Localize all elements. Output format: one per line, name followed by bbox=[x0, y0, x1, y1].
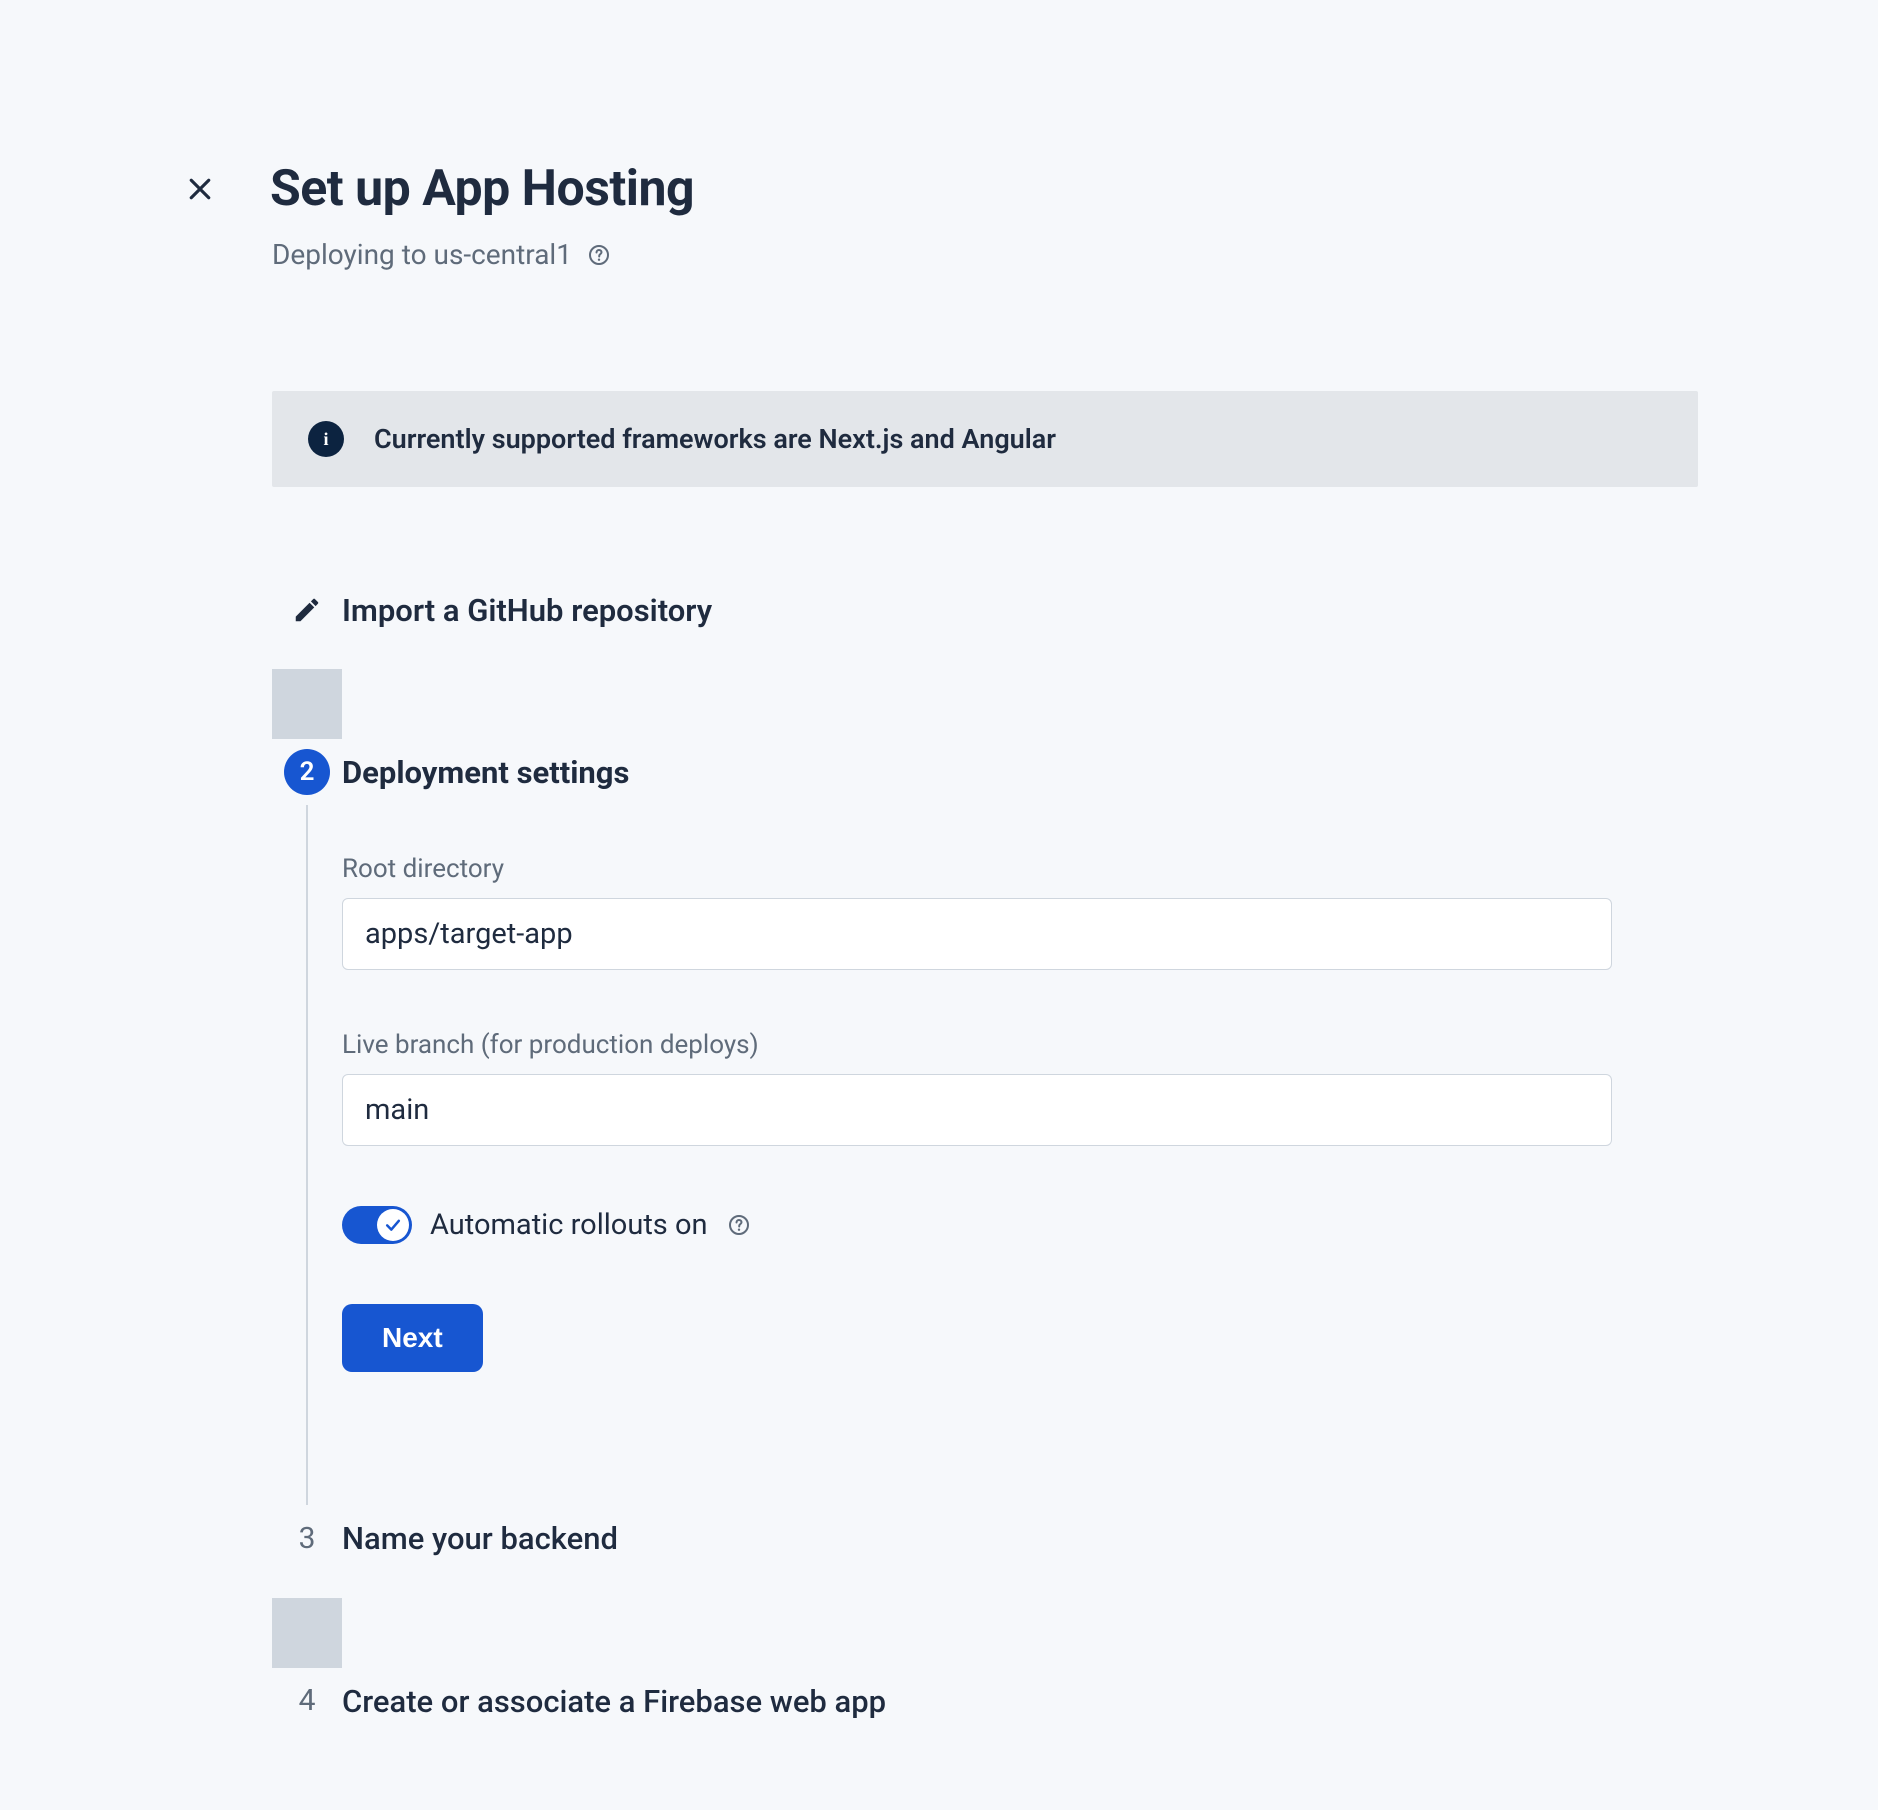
edit-icon bbox=[284, 587, 330, 633]
step-deployment-settings: 2 Deployment settings Root directory Liv… bbox=[272, 749, 1698, 1515]
step-3-number: 3 bbox=[284, 1515, 330, 1561]
step-connector bbox=[272, 1598, 342, 1668]
step-2-title: Deployment settings bbox=[342, 753, 1698, 793]
step-connector bbox=[306, 805, 308, 1505]
step-4-number: 4 bbox=[284, 1678, 330, 1724]
page-title: Set up App Hosting bbox=[270, 160, 694, 218]
info-icon: i bbox=[308, 421, 344, 457]
close-button[interactable] bbox=[180, 169, 220, 209]
step-firebase-app[interactable]: 4 Create or associate a Firebase web app bbox=[272, 1678, 1698, 1750]
close-icon bbox=[185, 174, 215, 204]
root-dir-input[interactable] bbox=[342, 898, 1612, 970]
root-dir-label: Root directory bbox=[342, 854, 1698, 884]
step-2-badge: 2 bbox=[284, 749, 330, 795]
check-icon bbox=[383, 1215, 403, 1235]
branch-input[interactable] bbox=[342, 1074, 1612, 1146]
help-icon[interactable] bbox=[726, 1212, 752, 1238]
step-4-title: Create or associate a Firebase web app bbox=[342, 1682, 1698, 1722]
info-banner: i Currently supported frameworks are Nex… bbox=[272, 391, 1698, 487]
info-text: Currently supported frameworks are Next.… bbox=[374, 423, 1056, 455]
step-3-title: Name your backend bbox=[342, 1519, 1698, 1559]
help-icon[interactable] bbox=[586, 242, 612, 268]
auto-rollouts-label: Automatic rollouts on bbox=[430, 1208, 708, 1242]
step-connector bbox=[272, 669, 342, 739]
auto-rollouts-toggle[interactable] bbox=[342, 1206, 412, 1244]
deploy-region-label: Deploying to us-central1 bbox=[272, 238, 572, 271]
step-name-backend[interactable]: 3 Name your backend bbox=[272, 1515, 1698, 1587]
step-1-title: Import a GitHub repository bbox=[342, 591, 1698, 631]
next-button[interactable]: Next bbox=[342, 1304, 483, 1372]
step-import-repo[interactable]: Import a GitHub repository bbox=[272, 587, 1698, 659]
branch-label: Live branch (for production deploys) bbox=[342, 1030, 1698, 1060]
